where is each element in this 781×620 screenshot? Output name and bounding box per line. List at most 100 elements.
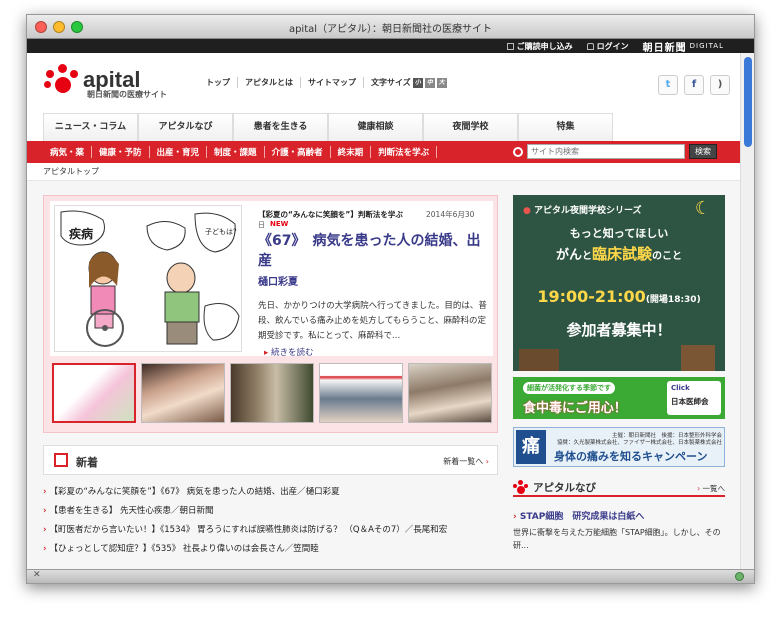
latest-news-header: 新着 新着一覧へ › [43,445,498,475]
font-medium-button[interactable]: 中 [424,77,435,88]
subscribe-link[interactable]: ご購読申し込み [506,41,573,52]
logo-wordmark: apital [83,67,141,92]
featured-article: 疾病 子どもは？ 【彩夏の“みんなに笑顔を”】判断法を学ぶ 2014年6月30 … [43,195,498,433]
carousel-thumb-1[interactable] [52,363,136,423]
navi-header: アピタルなび › 一覧へ [513,477,725,497]
banner-line2: がんと臨床試験のこと [555,245,683,263]
category-nav: 病気・薬 健康・予防 出産・育児 制度・課題 介護・高齢者 終末期 判断法を学ぶ… [27,141,742,163]
vertical-scrollbar[interactable] [740,53,754,571]
scrollbar-thumb[interactable] [744,57,752,147]
font-small-button[interactable]: 小 [412,77,423,88]
search-icon [513,146,523,157]
read-more-link[interactable]: ▸ 続きを読む [264,346,314,358]
desk-illustration [519,349,559,371]
tab-health-consult[interactable]: 健康相談 [328,113,423,141]
tab-living-patients[interactable]: 患者を生きる [233,113,328,141]
site-header: apital 朝日新聞の医療サイト トップ アピタルとは サイトマップ 文字サイ… [27,53,742,113]
banner-sponsor: 協賛：久光製薬株式会社、ファイザー株式会社、日本製薬株式会社 [556,440,722,446]
carousel-thumb-5[interactable] [408,363,492,423]
main-tabs: ニュース・コラム アピタルなび 患者を生きる 健康相談 夜間学校 特集 [27,113,742,141]
svg-text:子どもは？: 子どもは？ [205,228,240,236]
tab-news-column[interactable]: ニュース・コラム [43,113,138,141]
banner-series-label: ● アピタル夜間学校シリーズ [523,206,642,216]
navi-more-link[interactable]: › 一覧へ [697,483,725,494]
svg-text:疾病: 疾病 [69,226,93,241]
banner-line1: もっと知ってほしい [569,227,669,240]
search-input[interactable] [527,144,685,159]
bullet-icon: › [43,506,47,516]
list-item[interactable]: › 【町医者だから言いたい！】《1534》 胃ろうにすれば誤嚥性肺炎は防げる？ （… [43,521,498,540]
carousel-thumb-2[interactable] [141,363,225,423]
food-poisoning-banner[interactable]: 細菌が活発化する季節です 食中毒にご用心！ Click 日本医師会 [513,377,725,419]
moon-icon: ☾ [694,198,711,219]
feature-manga-illustration[interactable]: 疾病 子どもは？ [54,205,242,352]
facebook-icon[interactable]: f [684,75,704,95]
list-item[interactable]: › 【患者を生きる】 先天性心疾患／朝日新聞 [43,502,498,521]
status-indicator-icon [735,572,744,581]
latest-news-more-link[interactable]: 新着一覧へ › [443,456,489,467]
pain-glyph: 痛 [516,430,546,464]
cat-learn-judgement[interactable]: 判断法を学ぶ [371,146,438,158]
feature-title[interactable]: 《67》 病気を患った人の結婚、出産 [258,231,490,271]
page-content: apital 朝日新聞の医療サイト トップ アピタルとは サイトマップ 文字サイ… [27,53,742,571]
banner-title: 身体の痛みを知るキャンペーン [554,450,708,463]
asahi-digital-logo[interactable]: 朝日新聞 DIGITAL [643,39,724,54]
night-school-banner[interactable]: ● アピタル夜間学校シリーズ ☾ もっと知ってほしい がんと臨床試験のこと 19… [513,195,725,371]
login-link[interactable]: ログイン [586,41,629,52]
social-links: t f ) [658,75,730,95]
logo-dots-icon [43,62,83,98]
navi-item-title[interactable]: › STAP細胞 研究成果は白紙へ [513,509,725,522]
nav-sitemap-link[interactable]: サイトマップ [301,77,364,88]
window-titlebar: apital（アピタル）：朝日新聞社の医療サイト [27,15,754,39]
nav-top-link[interactable]: トップ [199,77,238,88]
cat-disease-medicine[interactable]: 病気・薬 [43,146,93,158]
desk-illustration [681,345,715,371]
cat-system-issues[interactable]: 制度・課題 [207,146,265,158]
bullet-icon: › [43,544,47,554]
close-status-icon[interactable]: ✕ [33,570,41,580]
pain-campaign-banner[interactable]: 痛 主催：朝日新聞社 後援：日本整形外科学会 協賛：久光製薬株式会社、ファイザー… [513,427,725,467]
banner-small-text: 細菌が活発化する季節です [523,382,615,394]
latest-news-list: › 【彩夏の“みんなに笑顔を”】《67》 病気を患った人の結婚、出産／樋口彩夏 ›… [43,483,498,559]
cat-end-of-life[interactable]: 終末期 [331,146,372,158]
feature-excerpt: 先日、かかりつけの大学病院へ行ってきました。目的は、普段、飲んでいる痛み止めを処… [258,301,487,341]
tab-special[interactable]: 特集 [518,113,613,141]
twitter-icon[interactable]: t [658,75,678,95]
feature-date: 2014年6月30 [426,210,475,219]
rss-icon[interactable]: ) [710,75,730,95]
tab-night-school[interactable]: 夜間学校 [423,113,518,141]
tab-apital-navi[interactable]: アピタルなび [138,113,233,141]
logo-tagline: 朝日新聞の医療サイト [87,90,167,99]
feature-date-day: 日 [258,221,265,229]
browser-status-bar: ✕ [27,569,754,583]
banner-big-text: 食中毒にご用心！ [523,401,627,416]
list-item[interactable]: › 【彩夏の“みんなに笑顔を”】《67》 病気を患った人の結婚、出産／樋口彩夏 [43,483,498,502]
banner-click-box: Click 日本医師会 [667,381,721,415]
cat-health-prevention[interactable]: 健康・予防 [92,146,150,158]
list-item[interactable]: › 【ひょっとして認知症？】《535》 社長より偉いのは会長さん／笠間睦 [43,540,498,559]
nav-about-link[interactable]: アピタルとは [238,77,301,88]
apital-logo[interactable]: apital 朝日新聞の医療サイト [43,62,167,99]
latest-news-section: 新着 新着一覧へ › › 【彩夏の“みんなに笑顔を”】《67》 病気を患った人の結… [43,445,498,559]
breadcrumb[interactable]: アピタルトップ [27,163,742,181]
feature-main[interactable]: 疾病 子どもは？ 【彩夏の“みんなに笑顔を”】判断法を学ぶ 2014年6月30 … [50,201,493,358]
site-search: 検索 [513,144,717,159]
feature-kicker[interactable]: 【彩夏の“みんなに笑顔を”】判断法を学ぶ [258,209,403,220]
carousel-thumb-4[interactable] [319,363,403,423]
carousel-thumb-3[interactable] [230,363,314,423]
latest-news-title: 新着 [76,456,98,469]
logo-dots-icon [513,480,529,494]
lock-icon [586,42,594,50]
feature-author: 樋口彩夏 [258,277,298,288]
bullet-icon: › [43,487,47,497]
font-size-control: 文字サイズ小中大 [371,77,447,88]
header-nav: トップ アピタルとは サイトマップ 文字サイズ小中大 [199,77,454,88]
cat-care-elderly[interactable]: 介護・高齢者 [265,146,331,158]
window-title: apital（アピタル）：朝日新聞社の医療サイト [288,24,493,35]
cat-birth-childcare[interactable]: 出産・育児 [150,146,208,158]
font-large-button[interactable]: 大 [436,77,447,88]
search-button[interactable]: 検索 [689,144,717,159]
edit-icon [506,42,514,50]
pencil-icon [54,453,68,467]
navi-item-excerpt: 世界に衝撃を与えた万能細胞「STAP細胞」。しかし、その研... [513,528,721,550]
